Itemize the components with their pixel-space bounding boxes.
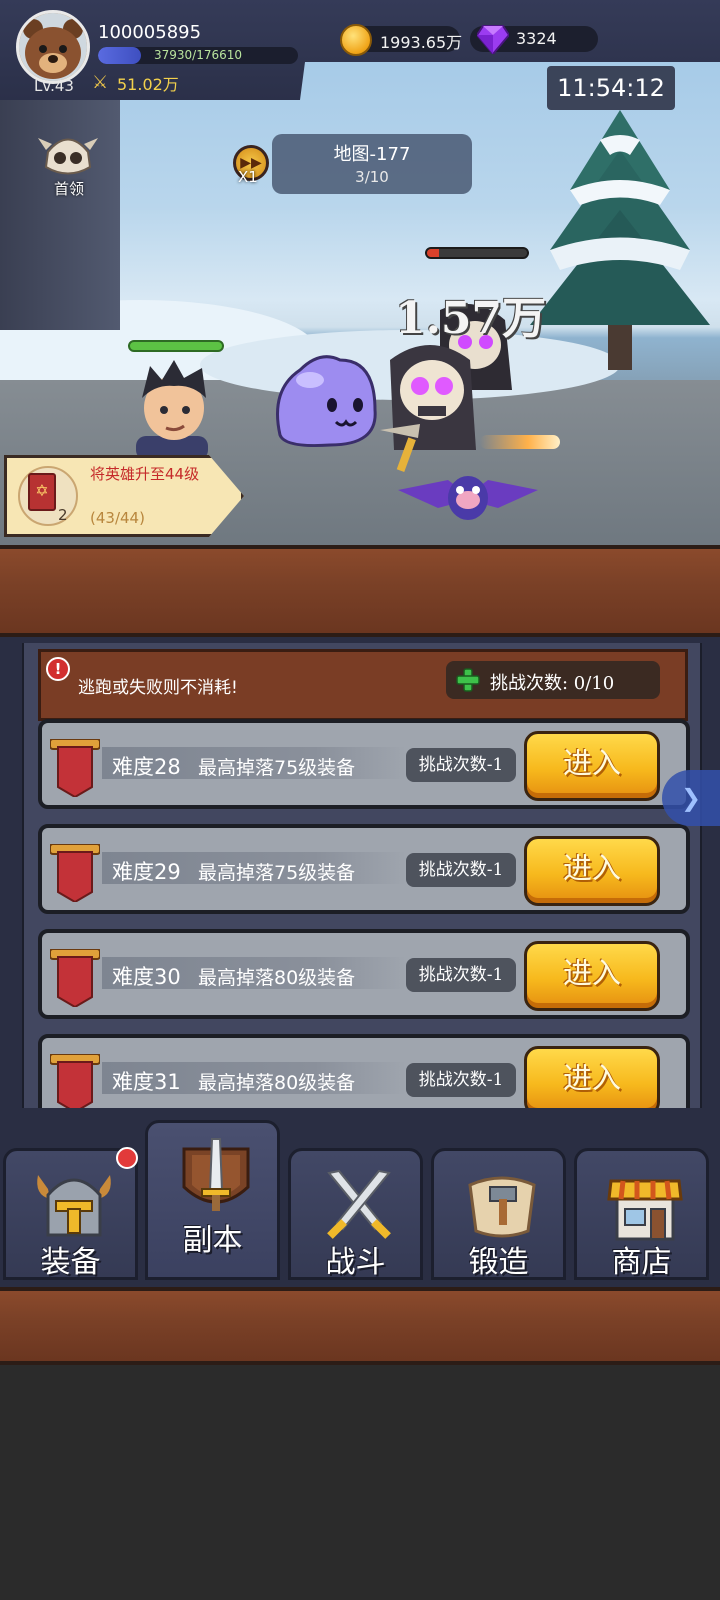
cost-badge: 挑战次数-1: [406, 853, 516, 887]
player-level: Lv.43: [34, 77, 74, 95]
plus-icon[interactable]: [456, 668, 480, 692]
crossed-swords-icon: [327, 1169, 391, 1239]
notice-text: 逃跑或失败则不消耗!: [78, 678, 238, 698]
helmet-icon: [37, 1175, 111, 1237]
shop-icon: [607, 1179, 683, 1241]
boss-skull-icon[interactable]: [38, 132, 98, 182]
nav-tab-battle[interactable]: 战斗: [288, 1148, 423, 1280]
gem-amount: 3324: [516, 29, 557, 48]
enemy-health-bar: [425, 247, 529, 259]
dungeon-row: 难度31 最高掉落80级装备 挑战次数-1 进入: [38, 1034, 690, 1108]
xp-text: 37930/176610: [153, 48, 243, 62]
nav-label: 装备: [40, 1245, 101, 1280]
damage-number: 1.57万: [395, 293, 547, 344]
drop-info: 最高掉落80级装备: [198, 967, 356, 989]
hero-health-bar: [128, 340, 224, 352]
cost-badge: 挑战次数-1: [406, 958, 516, 992]
boss-label[interactable]: 首领: [34, 178, 104, 199]
enter-button[interactable]: 进入: [524, 836, 660, 906]
difficulty-label: 难度31: [112, 1070, 181, 1094]
nav-label: 战斗: [325, 1245, 386, 1280]
banner-icon: [50, 1054, 100, 1108]
map-progress: 3/10: [355, 168, 389, 186]
player-id: 100005895: [98, 22, 202, 43]
cost-badge: 挑战次数-1: [406, 1063, 516, 1097]
alert-icon: !: [46, 657, 70, 681]
projectile: [480, 435, 560, 449]
drop-info: 最高掉落75级装备: [198, 862, 356, 884]
cost-badge: 挑战次数-1: [406, 748, 516, 782]
dungeon-row: 难度30 最高掉落80级装备 挑战次数-1 进入: [38, 929, 690, 1019]
nav-label: 商店: [611, 1245, 672, 1280]
tree-trunk: [0, 90, 120, 330]
difficulty-label: 难度29: [112, 860, 181, 884]
quest-progress: (43/44): [90, 509, 145, 527]
nav-label: 锻造: [468, 1245, 529, 1280]
quest-count: 2: [58, 506, 68, 524]
wood-divider: [0, 545, 720, 637]
gold-coin-icon: [340, 24, 372, 56]
crossed-swords-icon: ⚔: [92, 72, 109, 93]
banner-icon: [50, 739, 100, 797]
wood-divider: [0, 1287, 720, 1365]
dungeon-row: 难度28 最高掉落75级装备 挑战次数-1 进入: [38, 719, 690, 809]
quest-title: 将英雄升至44级: [90, 465, 200, 483]
difficulty-label: 难度30: [112, 965, 181, 989]
enter-button[interactable]: 进入: [524, 941, 660, 1011]
avatar[interactable]: [16, 10, 90, 84]
dungeon-panel[interactable]: ! 逃跑或失败则不消耗! 挑战次数: 0/10 难度28 最高掉落75级装备 挑…: [22, 643, 702, 1108]
nav-tab-shop[interactable]: 商店: [574, 1148, 709, 1280]
bear-avatar-icon: [19, 13, 87, 81]
gem-icon: [477, 25, 509, 54]
scroll-hammer-icon: [468, 1176, 536, 1238]
pine-tree-icon: [530, 110, 710, 370]
clock: 11:54:12: [547, 66, 675, 110]
enemy-health-fill: [427, 249, 439, 257]
notification-dot: [116, 1147, 138, 1169]
book-icon: ✡: [28, 473, 56, 511]
dungeon-row: 难度29 最高掉落75级装备 挑战次数-1 进入: [38, 824, 690, 914]
enter-button[interactable]: 进入: [524, 731, 660, 801]
hero-character: [136, 360, 208, 458]
enter-button[interactable]: 进入: [524, 1046, 660, 1108]
floating-side-button[interactable]: ❯: [662, 770, 720, 826]
drop-info: 最高掉落80级装备: [198, 1072, 356, 1094]
sword-shield-icon: [182, 1138, 250, 1211]
attempts-text: 挑战次数: 0/10: [490, 673, 615, 694]
nav-label: 副本: [182, 1223, 243, 1258]
difficulty-label: 难度28: [112, 755, 181, 779]
nav-tab-dungeon[interactable]: 副本: [145, 1120, 280, 1280]
nav-tab-equipment[interactable]: 装备: [3, 1148, 138, 1280]
drop-info: 最高掉落75级装备: [198, 757, 356, 779]
speed-label[interactable]: X1: [238, 168, 258, 186]
gold-amount: 1993.65万: [380, 33, 463, 52]
bat-enemy: [398, 476, 538, 520]
combat-power: 51.02万: [117, 75, 179, 94]
banner-icon: [50, 949, 100, 1007]
map-name: 地图-177: [333, 144, 411, 165]
empty-bottom-area: [0, 1365, 720, 1600]
slime-enemy: [276, 355, 377, 447]
nav-tab-forge[interactable]: 锻造: [431, 1148, 566, 1280]
banner-icon: [50, 844, 100, 902]
